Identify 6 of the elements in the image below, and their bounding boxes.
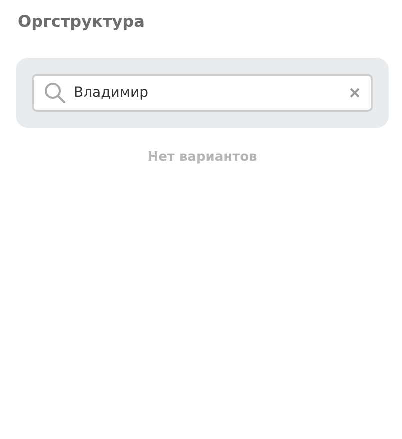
- search-input[interactable]: Владимир: [74, 85, 341, 101]
- clear-icon[interactable]: [349, 87, 361, 99]
- page-title: Оргструктура: [18, 12, 145, 32]
- empty-message: Нет вариантов: [148, 150, 258, 165]
- search-icon: [44, 82, 66, 104]
- search-field[interactable]: Владимир: [32, 74, 373, 112]
